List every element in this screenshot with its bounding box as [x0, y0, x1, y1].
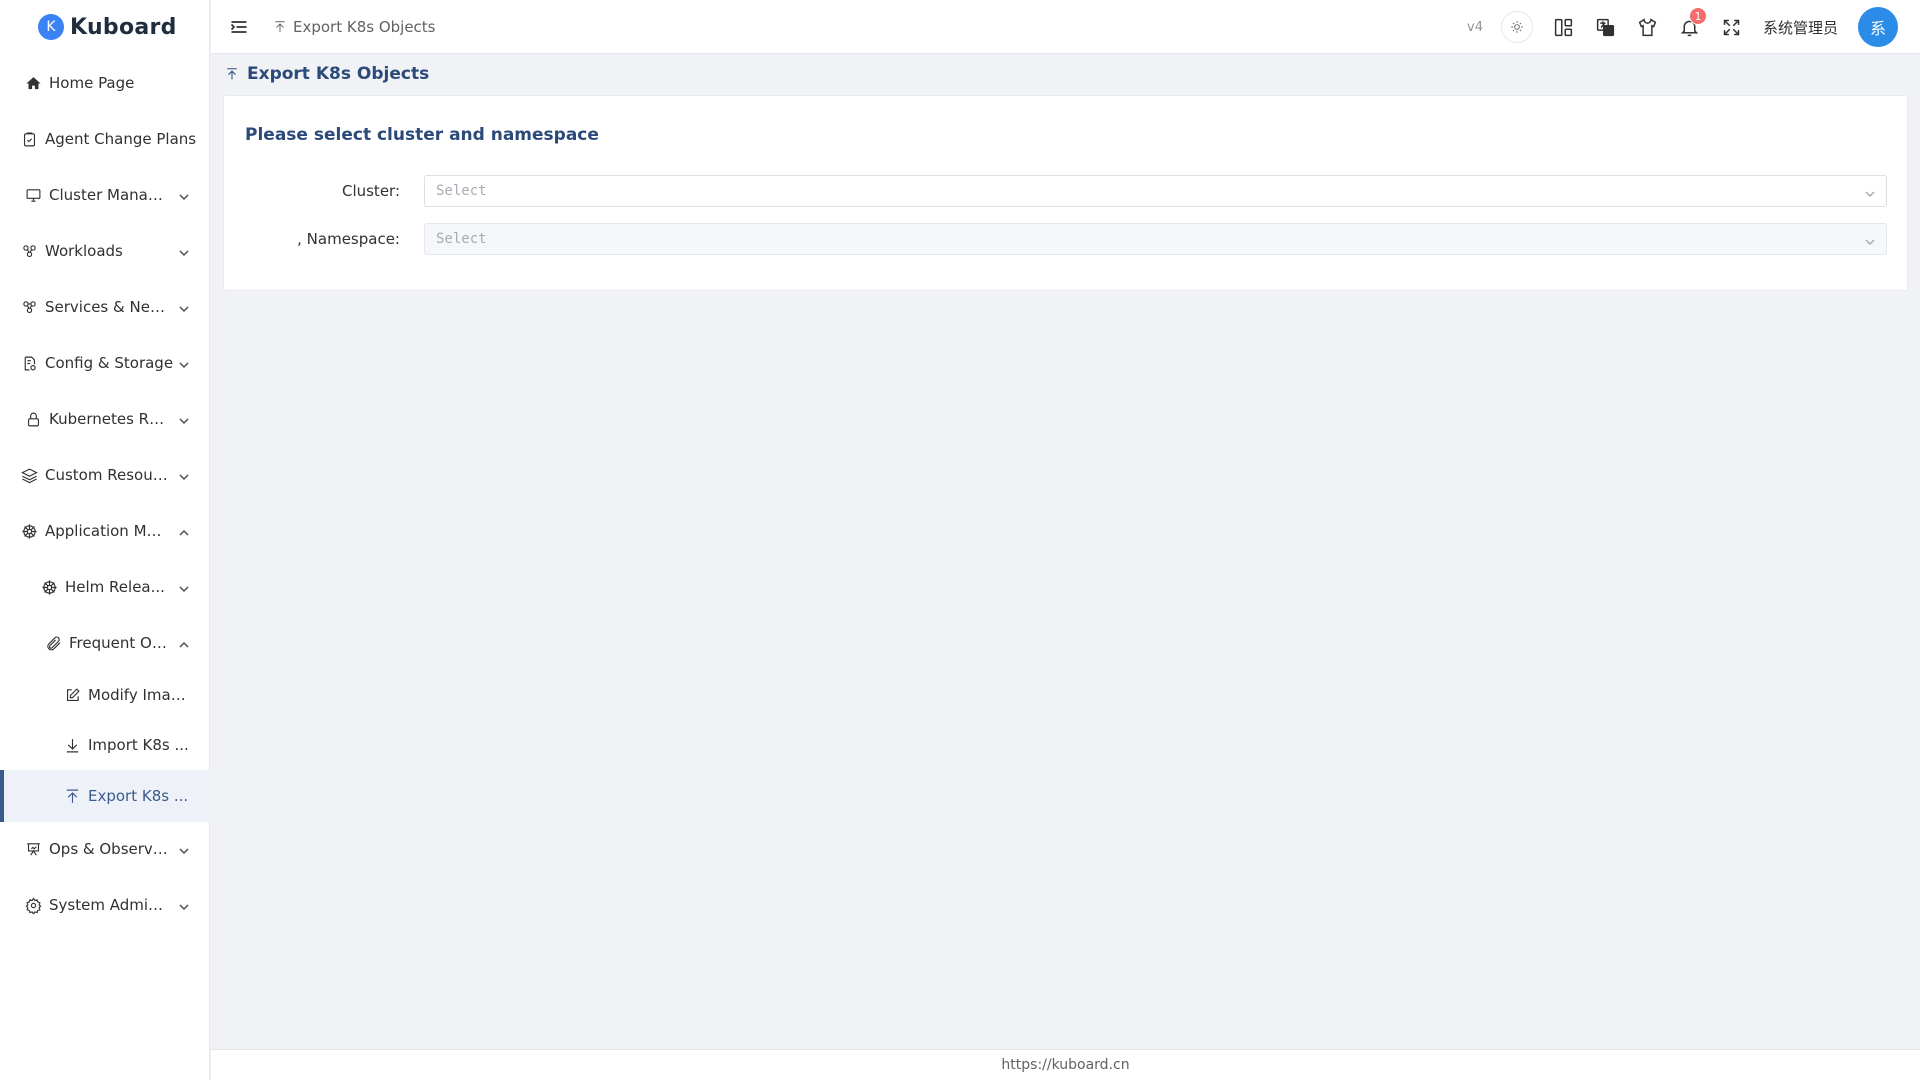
config-file-icon	[20, 354, 38, 372]
chevron-up-icon	[178, 525, 190, 537]
sidebar-item-cluster-management[interactable]: Cluster Manag...	[0, 170, 210, 220]
sidebar-item-export-k8s-objects[interactable]: Export K8s ...	[0, 770, 210, 822]
sidebar-item-services-network[interactable]: Services & Net...	[0, 282, 210, 332]
sidebar-item-label: Helm Relea...	[65, 578, 165, 596]
sidebar-item-custom-resources[interactable]: Custom Resour...	[0, 450, 210, 500]
chevron-down-icon	[178, 413, 190, 425]
sidebar-item-import-k8s-objects[interactable]: Import K8s ...	[0, 720, 210, 770]
header-toolbar: v4 1 系统管理员 系	[1467, 0, 1920, 54]
sidebar-item-label: Export K8s ...	[88, 787, 189, 805]
sun-icon	[1511, 21, 1523, 33]
sidebar-item-label: Application Ma...	[45, 522, 170, 540]
network-nodes-icon	[20, 298, 38, 316]
cluster-select[interactable]: Select	[424, 175, 1887, 207]
sidebar-item-label: Import K8s ...	[88, 736, 189, 754]
sidebar-item-kubernetes-rbac[interactable]: Kubernetes RB...	[0, 394, 210, 444]
sidebar-item-label: Cluster Manag...	[49, 186, 169, 204]
paperclip-icon	[44, 634, 62, 652]
sidebar-item-modify-image[interactable]: Modify Imag...	[0, 670, 210, 720]
layout-icon[interactable]	[1553, 16, 1575, 38]
sidebar-item-config-storage[interactable]: Config & Storage	[0, 338, 210, 388]
breadcrumb-text: Export K8s Objects	[293, 17, 436, 36]
sidebar-item-label: Modify Imag...	[88, 686, 190, 704]
tshirt-icon[interactable]	[1637, 16, 1659, 38]
chevron-down-icon	[178, 899, 190, 911]
card-title: Please select cluster and namespace	[245, 125, 599, 145]
bell-icon[interactable]: 1	[1679, 7, 1707, 38]
chevron-down-icon	[178, 469, 190, 481]
chevron-down-icon	[178, 581, 190, 593]
cluster-nodes-icon	[20, 242, 38, 260]
version-label: v4	[1467, 19, 1483, 35]
sidebar-item-label: Custom Resour...	[45, 466, 170, 484]
cluster-select-placeholder: Select	[436, 183, 487, 199]
home-icon	[24, 74, 42, 92]
fullscreen-icon[interactable]	[1721, 16, 1743, 38]
app-name: Kuboard	[70, 14, 177, 40]
sidebar-item-workloads[interactable]: Workloads	[0, 226, 210, 276]
sidebar-item-frequent-operations[interactable]: Frequent Op...	[0, 618, 210, 668]
sidebar-item-label: System Admini...	[49, 896, 169, 914]
download-icon	[63, 736, 81, 754]
avatar[interactable]: 系	[1858, 7, 1898, 47]
namespace-label: , Namespace:	[297, 230, 400, 248]
sidebar-item-label: Services & Net...	[45, 298, 170, 316]
sidebar-item-application-management[interactable]: Application Ma...	[0, 506, 210, 556]
footer-link[interactable]: https://kuboard.cn	[1001, 1057, 1129, 1073]
cluster-form-row: Cluster: Select	[224, 175, 1907, 207]
breadcrumb[interactable]: Export K8s Objects	[273, 18, 436, 36]
sidebar-item-label: Config & Storage	[45, 354, 174, 372]
translate-icon[interactable]	[1595, 16, 1617, 38]
sidebar-item-ops-observability[interactable]: Ops & Observa...	[0, 824, 210, 874]
menu-toggle-icon[interactable]	[227, 15, 251, 39]
namespace-select-placeholder: Select	[436, 231, 487, 247]
sidebar-item-label: Workloads	[45, 242, 123, 260]
sidebar-item-label: Frequent Op...	[69, 634, 169, 652]
helm-wheel-icon	[20, 522, 38, 540]
chevron-down-icon	[1864, 185, 1876, 198]
sidebar-item-home-page[interactable]: Home Page	[0, 58, 210, 108]
presentation-icon	[24, 840, 42, 858]
layers-icon	[20, 466, 38, 484]
chevron-down-icon	[1864, 233, 1876, 246]
page-title-text: Export K8s Objects	[247, 64, 430, 84]
top-header: Export K8s Objects v4 1 系统管理员 系	[211, 0, 1920, 54]
chevron-down-icon	[178, 245, 190, 257]
sidebar-item-helm-releases[interactable]: Helm Relea...	[0, 562, 210, 612]
sidebar: K Kuboard Home Page Agent Change Plans C…	[0, 0, 210, 1080]
sidebar-item-label: Agent Change Plans	[45, 130, 197, 148]
gear-icon	[24, 896, 42, 914]
chevron-down-icon	[178, 843, 190, 855]
notification-badge: 1	[1688, 7, 1707, 25]
cluster-label: Cluster:	[341, 182, 400, 200]
kuboard-logo-icon: K	[38, 14, 64, 40]
upload-icon	[227, 68, 237, 80]
sidebar-item-system-administration[interactable]: System Admini...	[0, 880, 210, 930]
chevron-up-icon	[178, 637, 190, 649]
lock-icon	[24, 410, 42, 428]
namespace-select[interactable]: Select	[424, 223, 1887, 255]
sidebar-item-agent-change-plans[interactable]: Agent Change Plans	[0, 114, 210, 164]
helm-wheel-icon	[40, 578, 58, 596]
app-logo[interactable]: K Kuboard	[0, 0, 209, 54]
page-title: Export K8s Objects	[225, 64, 429, 84]
monitor-icon	[24, 186, 42, 204]
sidebar-item-label: Ops & Observa...	[49, 840, 169, 858]
theme-toggle-button[interactable]	[1500, 11, 1533, 43]
selection-card: Please select cluster and namespace Clus…	[223, 95, 1908, 291]
chevron-down-icon	[178, 357, 190, 369]
username[interactable]: 系统管理员	[1763, 17, 1838, 38]
sidebar-item-label: Kubernetes RB...	[49, 410, 169, 428]
sidebar-item-label: Home Page	[49, 74, 135, 92]
clipboard-check-icon	[20, 130, 38, 148]
upload-icon	[63, 787, 81, 805]
chevron-down-icon	[178, 301, 190, 313]
footer: https://kuboard.cn	[211, 1049, 1920, 1080]
edit-icon	[63, 686, 81, 704]
upload-icon	[275, 20, 285, 32]
namespace-form-row: , Namespace: Select	[224, 223, 1907, 255]
chevron-down-icon	[178, 189, 190, 201]
